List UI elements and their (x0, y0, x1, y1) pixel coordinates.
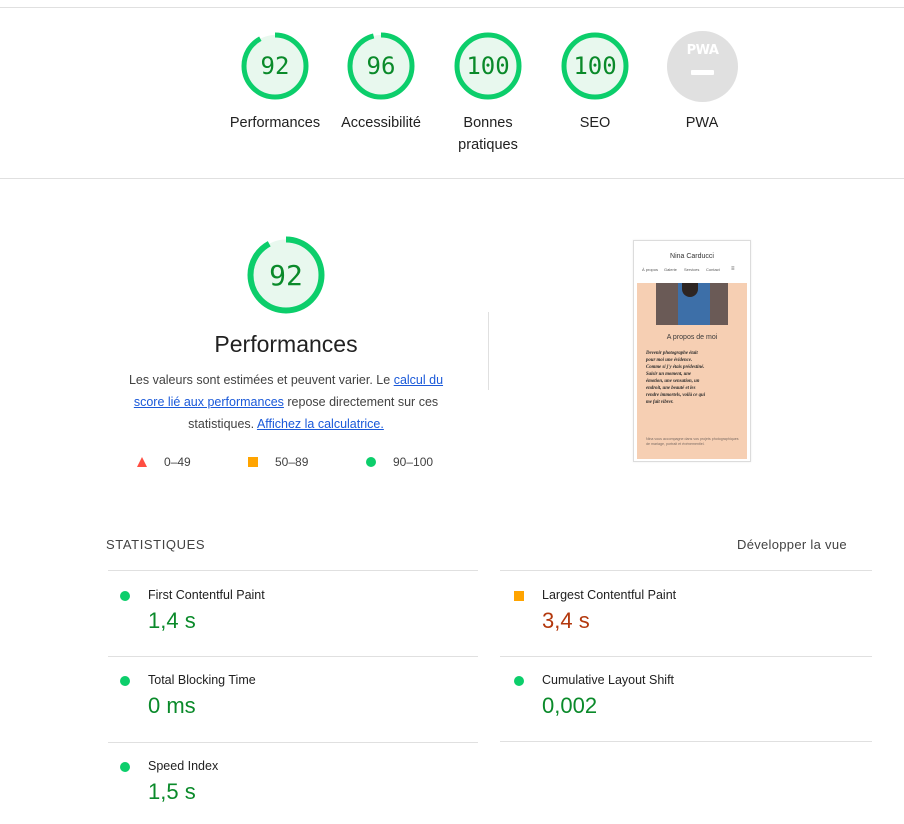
metric-name: Cumulative Layout Shift (542, 673, 675, 687)
gauge-label-best-practices[interactable]: Bonnes pratiques (428, 112, 548, 156)
pwa-icon: PWA (686, 43, 719, 58)
thumb-small-text: Nina vous accompagne dans vos projets ph… (646, 437, 739, 446)
row-divider (108, 570, 478, 571)
thumb-heading: A propos de moi (666, 334, 718, 341)
thumb-brand: Nina Carducci (670, 253, 714, 260)
calculator-link[interactable]: Affichez la calculatrice. (257, 417, 384, 431)
metric-name: First Contentful Paint (148, 588, 265, 602)
metric-value: 0 ms (148, 693, 196, 718)
metric-cls: Cumulative Layout Shift 0,002 (514, 673, 854, 725)
metric-value: 1,4 s (148, 608, 196, 633)
gauge-label-accessibility[interactable]: Accessibilité (321, 112, 441, 134)
circle-icon (366, 457, 376, 467)
row-divider (500, 570, 872, 571)
performance-main-gauge: 92 (246, 235, 326, 315)
gauge-accessibility[interactable]: 96 (346, 31, 416, 101)
thumb-header: Nina Carducci À propos Galerie Services … (634, 241, 750, 283)
gauge-score: 96 (366, 52, 396, 80)
row-divider (108, 656, 478, 657)
gauge-score: 100 (466, 52, 510, 80)
legend-range: 0–49 (164, 455, 191, 469)
metric-value: 1,5 s (148, 779, 196, 804)
pass-circle-icon (514, 676, 524, 686)
top-divider (0, 7, 904, 8)
average-square-icon (514, 591, 524, 601)
section-divider (0, 178, 904, 179)
triangle-icon (137, 457, 147, 467)
expand-view-button[interactable]: Développer la vue (737, 537, 847, 552)
thumb-nav-item: À propos (642, 267, 659, 272)
thumb-nav-item: Contact (706, 267, 720, 272)
pwa-dash-icon (691, 70, 714, 75)
row-divider (500, 656, 872, 657)
pwa-circle (667, 31, 738, 102)
row-divider (108, 742, 478, 743)
metric-speed-index: Speed Index 1,5 s (120, 759, 460, 811)
legend-range: 90–100 (393, 455, 434, 469)
legend-range: 50–89 (275, 455, 309, 469)
thumb-menu-icon: ≡ (731, 266, 735, 272)
thumb-nav-item: Galerie (664, 267, 677, 272)
gauge-label-seo[interactable]: SEO (535, 112, 655, 134)
thumb-nav-item: Services (684, 267, 700, 272)
gauge-seo[interactable]: 100 (560, 31, 630, 101)
square-icon (248, 457, 258, 467)
final-screenshot-thumbnail[interactable]: Nina Carducci À propos Galerie Services … (633, 240, 751, 462)
metric-value: 3,4 s (542, 608, 590, 633)
gauge-score: 100 (573, 52, 617, 80)
metric-name: Largest Contentful Paint (542, 588, 677, 602)
metric-value: 0,002 (542, 693, 598, 718)
gauge-label-performance[interactable]: Performances (215, 112, 335, 134)
gauge-label-pwa[interactable]: PWA (642, 112, 762, 134)
statistics-heading: STATISTIQUES (106, 537, 206, 552)
performance-title: Performances (214, 331, 358, 357)
vertical-divider (488, 312, 489, 390)
metric-tbt: Total Blocking Time 0 ms (120, 673, 460, 725)
metric-fcp: First Contentful Paint 1,4 s (120, 588, 460, 640)
pass-circle-icon (120, 591, 130, 601)
gauge-score: 92 (260, 52, 290, 80)
pwa-badge[interactable]: PWA (667, 31, 738, 102)
gauge-best-practices[interactable]: 100 (453, 31, 523, 101)
metric-lcp: Largest Contentful Paint 3,4 s (514, 588, 854, 640)
pass-circle-icon (120, 762, 130, 772)
metric-name: Speed Index (148, 759, 219, 773)
thumb-photo (656, 283, 728, 325)
performance-description: Les valeurs sont estimées et peuvent var… (114, 369, 458, 435)
thumb-body: A propos de moi Devenir photographe étai… (637, 283, 747, 459)
thumb-quote: Devenir photographe était pour moi une é… (646, 351, 706, 405)
gauge-performance[interactable]: 92 (240, 31, 310, 101)
metric-name: Total Blocking Time (148, 673, 256, 687)
performance-score: 92 (269, 259, 303, 292)
pass-circle-icon (120, 676, 130, 686)
row-divider (500, 741, 872, 742)
desc-text: Les valeurs sont estimées et peuvent var… (128, 373, 394, 387)
